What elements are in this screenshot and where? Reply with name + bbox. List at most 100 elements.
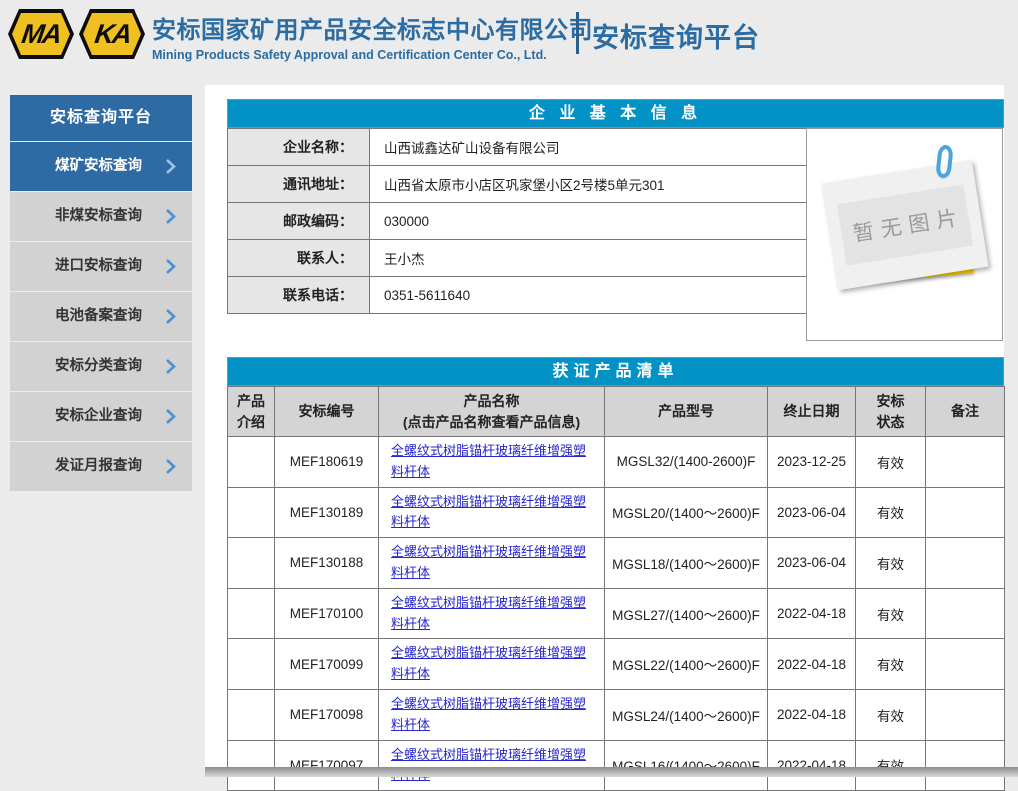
end-date-cell: 2022-04-18 bbox=[768, 588, 856, 639]
approval-code-cell: MEF180619 bbox=[275, 437, 379, 488]
org-name-en: Mining Products Safety Approval and Cert… bbox=[152, 48, 593, 62]
product-table-header-row: 产品介绍安标编号产品名称(点击产品名称查看产品信息)产品型号终止日期安标状态备注 bbox=[228, 387, 1005, 437]
remark-cell bbox=[926, 538, 1005, 589]
info-value: 山西诚鑫达矿山设备有限公司 bbox=[370, 129, 807, 166]
product-intro-cell bbox=[228, 588, 275, 639]
product-model-cell: MGSL27/(1400～2600)F bbox=[605, 588, 768, 639]
product-name-link[interactable]: 全螺纹式树脂锚杆玻璃纤维增强塑料杆体 bbox=[391, 696, 586, 732]
product-model-cell: MGSL18/(1400～2600)F bbox=[605, 538, 768, 589]
sidebar-item-安标企业查询[interactable]: 安标企业查询 bbox=[10, 392, 192, 441]
product-row: MEF170099全螺纹式树脂锚杆玻璃纤维增强塑料杆体MGSL22/(1400～… bbox=[228, 639, 1005, 690]
product-model-cell: MGSL16/(1400～2600)F bbox=[605, 740, 768, 791]
product-column-header: 安标编号 bbox=[275, 387, 379, 437]
info-value: 0351-5611640 bbox=[370, 277, 807, 314]
sidebar-title: 安标查询平台 bbox=[10, 95, 192, 141]
remark-cell bbox=[926, 588, 1005, 639]
sidebar-item-label: 非煤安标查询 bbox=[55, 208, 142, 224]
app-header: MA KA 安标国家矿用产品安全标志中心有限公司 Mining Products… bbox=[0, 0, 1018, 85]
bottom-shadow-bar bbox=[205, 767, 1018, 777]
sidebar-item-电池备案查询[interactable]: 电池备案查询 bbox=[10, 292, 192, 341]
logo-text-ma: MA bbox=[20, 19, 62, 50]
status-cell: 有效 bbox=[856, 689, 926, 740]
product-intro-cell bbox=[228, 538, 275, 589]
approval-code-cell: MEF170100 bbox=[275, 588, 379, 639]
chevron-right-icon bbox=[165, 308, 176, 325]
sidebar-nav: 煤矿安标查询非煤安标查询进口安标查询电池备案查询安标分类查询安标企业查询发证月报… bbox=[10, 142, 192, 491]
page: MA KA 安标国家矿用产品安全标志中心有限公司 Mining Products… bbox=[0, 0, 1018, 777]
remark-cell bbox=[926, 487, 1005, 538]
logo-text-ka: KA bbox=[92, 19, 131, 50]
end-date-cell: 2023-06-04 bbox=[768, 487, 856, 538]
product-row: MEF170098 全螺纹式树脂锚杆玻璃纤维增强塑料杆体 MGSL24/(1400～… bbox=[228, 689, 1005, 740]
product-model-cell: MGSL24/(1400～2600)F bbox=[605, 689, 768, 740]
sidebar: 安标查询平台 煤矿安标查询非煤安标查询进口安标查询电池备案查询安标分类查询安标企… bbox=[10, 95, 192, 491]
product-name-cell: 全螺纹式树脂锚杆玻璃纤维增强塑料杆体 bbox=[379, 740, 605, 791]
maka-logo[interactable]: MA KA bbox=[8, 9, 145, 59]
product-name-cell: 全螺纹式树脂锚杆玻璃纤维增强塑料杆体 bbox=[379, 689, 605, 740]
company-info-row: 通讯地址：山西省太原市小店区巩家堡小区2号楼5单元301 bbox=[228, 166, 807, 203]
sidebar-item-label: 进口安标查询 bbox=[55, 258, 142, 274]
logo-hex-right: KA bbox=[79, 9, 145, 59]
info-value: 030000 bbox=[370, 203, 807, 240]
end-date-cell: 2022-04-18 bbox=[768, 740, 856, 791]
end-date-cell: 2022-04-18 bbox=[768, 689, 856, 740]
product-column-header: 安标状态 bbox=[856, 387, 926, 437]
sidebar-item-安标分类查询[interactable]: 安标分类查询 bbox=[10, 342, 192, 391]
product-row: MEF130189全螺纹式树脂锚杆玻璃纤维增强塑料杆体MGSL20/(1400～… bbox=[228, 487, 1005, 538]
product-model-cell: MGSL32/(1400-2600)F bbox=[605, 437, 768, 488]
company-info-row: 联系电话：0351-5611640 bbox=[228, 277, 807, 314]
status-cell: 有效 bbox=[856, 437, 926, 488]
product-intro-cell bbox=[228, 689, 275, 740]
product-column-header: 产品名称(点击产品名称查看产品信息) bbox=[379, 387, 605, 437]
sidebar-item-label: 安标企业查询 bbox=[55, 408, 142, 424]
end-date-cell: 2022-04-18 bbox=[768, 639, 856, 690]
product-name-cell: 全螺纹式树脂锚杆玻璃纤维增强塑料杆体 bbox=[379, 639, 605, 690]
product-name-link[interactable]: 全螺纹式树脂锚杆玻璃纤维增强塑料杆体 bbox=[391, 645, 586, 681]
info-label: 企业名称： bbox=[228, 129, 370, 166]
product-column-header: 终止日期 bbox=[768, 387, 856, 437]
product-list-title: 获证产品清单 bbox=[227, 357, 1004, 386]
company-info-title: 企 业 基 本 信 息 bbox=[227, 99, 1004, 128]
sidebar-item-进口安标查询[interactable]: 进口安标查询 bbox=[10, 242, 192, 291]
status-cell: 有效 bbox=[856, 740, 926, 791]
chevron-right-icon bbox=[165, 208, 176, 225]
sidebar-item-label: 电池备案查询 bbox=[55, 308, 142, 324]
approval-code-cell: MEF170098 bbox=[275, 689, 379, 740]
product-intro-cell bbox=[228, 639, 275, 690]
header-divider bbox=[576, 12, 579, 54]
product-name-cell: 全螺纹式树脂锚杆玻璃纤维增强塑料杆体 bbox=[379, 538, 605, 589]
approval-code-cell: MEF170099 bbox=[275, 639, 379, 690]
product-name-link[interactable]: 全螺纹式树脂锚杆玻璃纤维增强塑料杆体 bbox=[391, 494, 586, 530]
product-column-header: 产品介绍 bbox=[228, 387, 275, 437]
company-info-row: 企业名称：山西诚鑫达矿山设备有限公司 bbox=[228, 129, 807, 166]
product-column-header: 产品型号 bbox=[605, 387, 768, 437]
sidebar-item-煤矿安标查询[interactable]: 煤矿安标查询 bbox=[10, 142, 192, 191]
approval-code-cell: MEF130188 bbox=[275, 538, 379, 589]
product-name-cell: 全螺纹式树脂锚杆玻璃纤维增强塑料杆体 bbox=[379, 588, 605, 639]
product-name-link[interactable]: 全螺纹式树脂锚杆玻璃纤维增强塑料杆体 bbox=[391, 443, 586, 479]
chevron-right-icon bbox=[165, 458, 176, 475]
product-row: MEF170100 全螺纹式树脂锚杆玻璃纤维增强塑料杆体 MGSL27/(1400～… bbox=[228, 588, 1005, 639]
sidebar-item-非煤安标查询[interactable]: 非煤安标查询 bbox=[10, 192, 192, 241]
remark-cell bbox=[926, 740, 1005, 791]
info-label: 联系人： bbox=[228, 240, 370, 277]
product-row: MEF170097全螺纹式树脂锚杆玻璃纤维增强塑料杆体MGSL16/(1400～… bbox=[228, 740, 1005, 791]
sidebar-item-label: 安标分类查询 bbox=[55, 358, 142, 374]
product-intro-cell bbox=[228, 487, 275, 538]
product-name-link[interactable]: 全螺纹式树脂锚杆玻璃纤维增强塑料杆体 bbox=[391, 595, 586, 631]
info-label: 联系电话： bbox=[228, 277, 370, 314]
end-date-cell: 2023-06-04 bbox=[768, 538, 856, 589]
company-info-row: 邮政编码：030000 bbox=[228, 203, 807, 240]
product-row: MEF180619 全螺纹式树脂锚杆玻璃纤维增强塑料杆体 MGSL32/(1400-… bbox=[228, 437, 1005, 488]
product-name-cell: 全螺纹式树脂锚杆玻璃纤维增强塑料杆体 bbox=[379, 437, 605, 488]
approval-code-cell: MEF130189 bbox=[275, 487, 379, 538]
end-date-cell: 2023-12-25 bbox=[768, 437, 856, 488]
chevron-right-icon bbox=[165, 258, 176, 275]
product-name-link[interactable]: 全螺纹式树脂锚杆玻璃纤维增强塑料杆体 bbox=[391, 544, 586, 580]
logo-hex-left: MA bbox=[8, 9, 74, 59]
sidebar-item-发证月报查询[interactable]: 发证月报查询 bbox=[10, 442, 192, 491]
info-label: 通讯地址： bbox=[228, 166, 370, 203]
product-intro-cell bbox=[228, 740, 275, 791]
sidebar-item-label: 煤矿安标查询 bbox=[55, 158, 142, 174]
info-label: 邮政编码： bbox=[228, 203, 370, 240]
